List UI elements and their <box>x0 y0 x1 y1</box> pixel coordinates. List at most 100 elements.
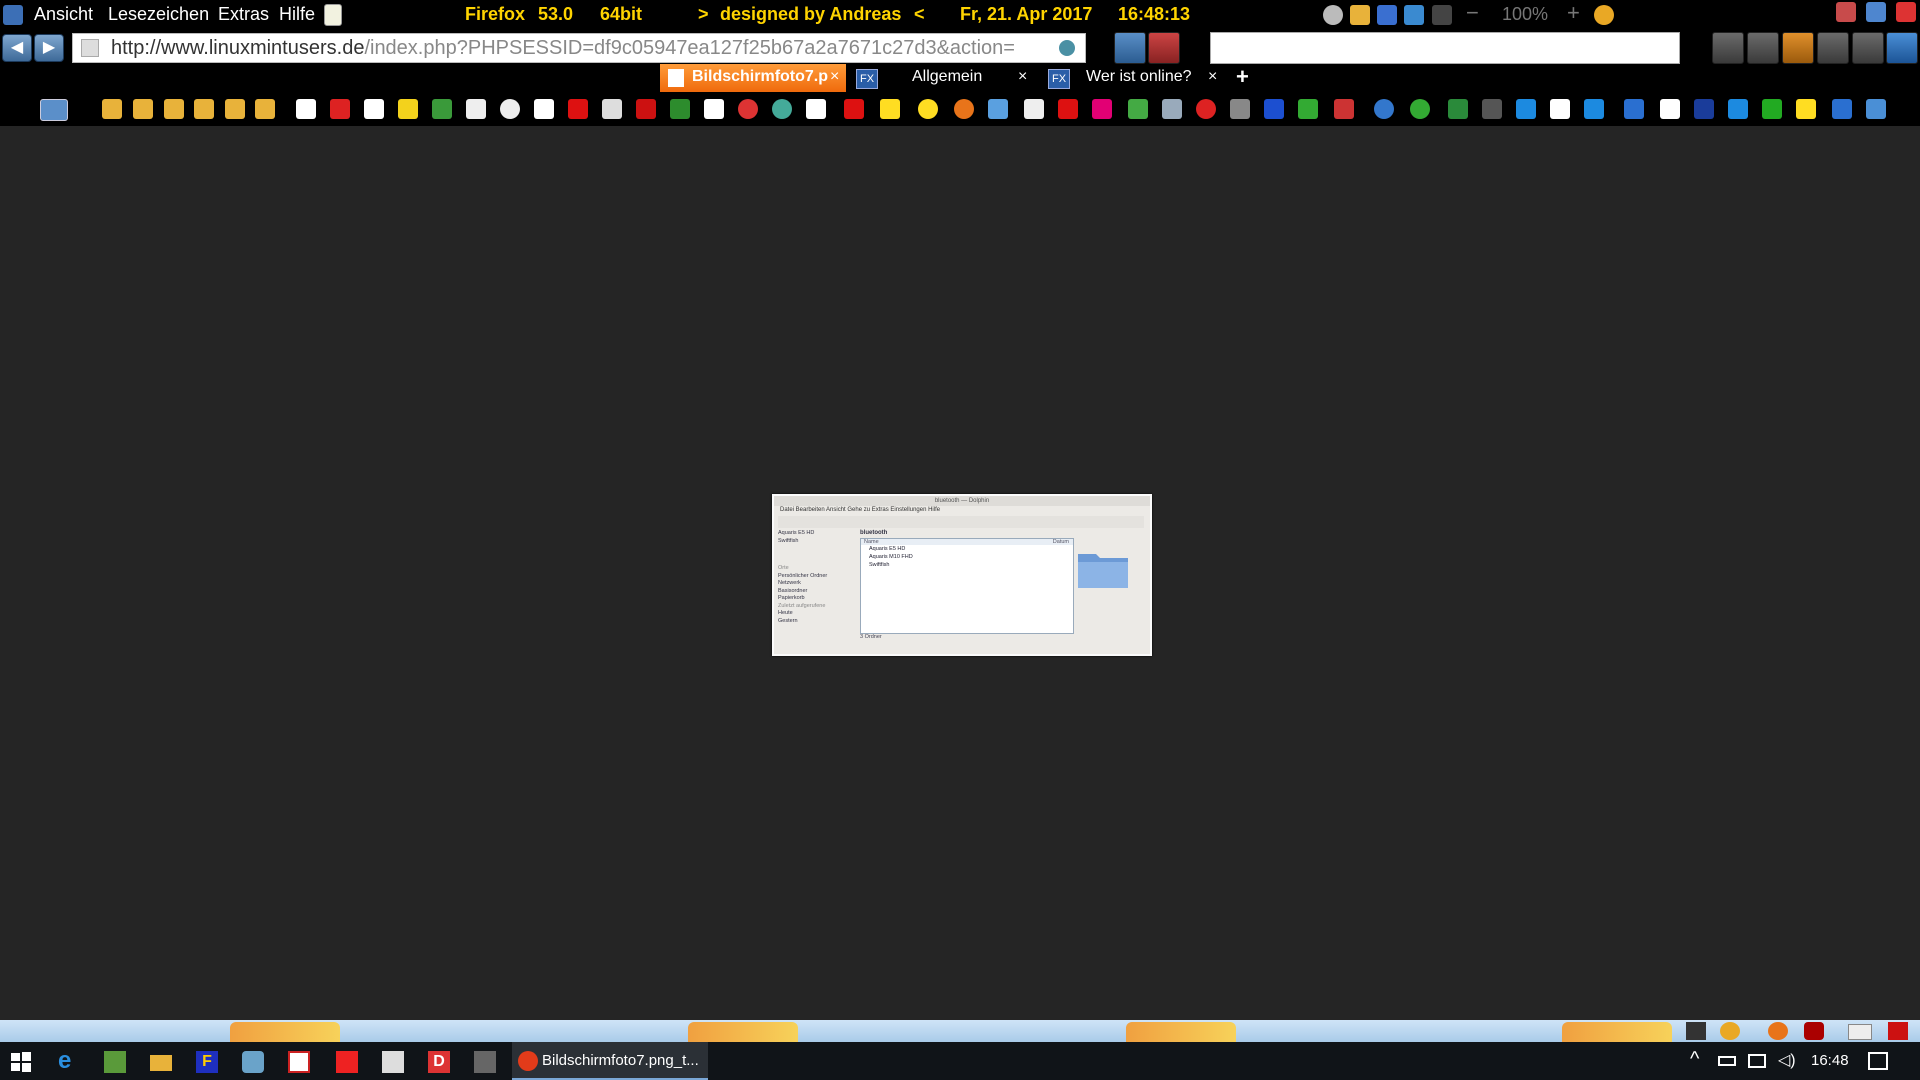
bookmark-check-icon[interactable] <box>1024 99 1044 119</box>
taskbar-active-firefox[interactable]: Bildschirmfoto7.png_t... <box>512 1042 708 1080</box>
bookmark-folder-icon[interactable] <box>102 99 122 119</box>
bookmark-folder-icon[interactable] <box>194 99 214 119</box>
tray-ublock-icon[interactable] <box>1804 1022 1824 1040</box>
zoom-in-icon[interactable]: + <box>1567 0 1580 26</box>
bookmark-red-icon[interactable] <box>636 99 656 119</box>
tab-close-icon[interactable]: × <box>1208 68 1217 86</box>
bookmark-yellow-tag-icon[interactable] <box>1796 99 1816 119</box>
restore-window-icon[interactable] <box>1836 2 1856 22</box>
page-identity-icon[interactable] <box>81 39 99 57</box>
bookmark-firefox-icon[interactable] <box>954 99 974 119</box>
bookmark-windows-icon[interactable] <box>1516 99 1536 119</box>
bookmark-cloud-icon[interactable] <box>1728 99 1748 119</box>
bookmark-download-icon[interactable] <box>432 99 452 119</box>
bookmark-green-icon[interactable] <box>1298 99 1318 119</box>
download-arrow-icon[interactable] <box>1432 5 1452 25</box>
bookmark-db-icon[interactable] <box>1058 99 1078 119</box>
bookmark-sparkle-icon[interactable] <box>1334 99 1354 119</box>
bookmark-windows-blue-icon[interactable] <box>1584 99 1604 119</box>
bookmark-bz-icon[interactable] <box>296 99 316 119</box>
tray-p-icon[interactable] <box>1888 1022 1908 1040</box>
reader-icon[interactable] <box>1059 40 1075 56</box>
bookmark-copyright-icon[interactable] <box>500 99 520 119</box>
new-tab-button[interactable]: + <box>1236 64 1249 90</box>
menu-hilfe[interactable]: Hilfe <box>279 4 315 25</box>
tab-close-icon[interactable]: × <box>1018 68 1027 86</box>
sync-icon[interactable] <box>1114 32 1146 64</box>
bookmark-chrome-icon[interactable] <box>772 99 792 119</box>
bookmark-red-white-icon[interactable] <box>466 99 486 119</box>
add-bookmark-icon[interactable] <box>40 99 68 121</box>
url-text[interactable]: http://www.linuxmintusers.de/index.php?P… <box>111 37 1051 60</box>
bookmark-email-icon[interactable] <box>364 99 384 119</box>
bookmark-s-icon[interactable] <box>704 99 724 119</box>
bookmark-camera-icon[interactable] <box>1162 99 1182 119</box>
zoom-out-icon[interactable]: − <box>1466 0 1479 26</box>
bookmark-g-red-icon[interactable] <box>806 99 826 119</box>
menu-lesezeichen[interactable]: Lesezeichen <box>108 4 209 25</box>
back-button[interactable]: ◀ <box>2 34 32 62</box>
notepad-icon[interactable] <box>324 4 342 26</box>
printer-app-icon[interactable] <box>474 1051 496 1073</box>
bookmark-phone-icon[interactable] <box>844 99 864 119</box>
notepad-task-icon[interactable] <box>104 1051 126 1073</box>
bookmark-ebay-icon[interactable] <box>534 99 554 119</box>
bookmark-booking-icon[interactable] <box>1694 99 1714 119</box>
bookmark-pen-icon[interactable] <box>1550 99 1570 119</box>
bookmark-play-icon[interactable] <box>1448 99 1468 119</box>
url-bar[interactable]: http://www.linuxmintusers.de/index.php?P… <box>72 33 1086 63</box>
tab-allgemein[interactable]: FX Allgemein × <box>852 64 1036 92</box>
pen-app-icon[interactable] <box>242 1051 264 1073</box>
gear-icon[interactable] <box>1323 5 1343 25</box>
red-app-icon[interactable] <box>288 1051 310 1073</box>
action-center-icon[interactable] <box>1868 1052 1888 1070</box>
tab-bildschirmfoto[interactable]: Bildschirmfoto7.p × <box>660 64 846 92</box>
tools-icon[interactable] <box>1852 32 1884 64</box>
volume-icon[interactable]: ◁) <box>1778 1050 1796 1070</box>
taskbar-clock[interactable]: 16:48 <box>1811 1052 1849 1069</box>
tab-close-icon[interactable]: × <box>830 68 839 86</box>
bookmark-star-icon[interactable] <box>1712 32 1744 64</box>
bookmark-telekom-icon[interactable] <box>1092 99 1112 119</box>
clipboard-app-icon[interactable] <box>382 1051 404 1073</box>
bookmark-red-logo-icon[interactable] <box>1196 99 1216 119</box>
bookmark-sparkasse-icon[interactable] <box>568 99 588 119</box>
bookmark-youtube-icon[interactable] <box>330 99 350 119</box>
f-app-icon[interactable]: F <box>196 1051 218 1073</box>
folder-blue-icon[interactable] <box>1404 5 1424 25</box>
bookmark-folder-icon[interactable] <box>133 99 153 119</box>
bookmark-arrow-icon[interactable] <box>1128 99 1148 119</box>
bookmark-blue-bars-icon[interactable] <box>1866 99 1886 119</box>
bookmark-d-icon[interactable] <box>1660 99 1680 119</box>
bookmark-gray-icon[interactable] <box>1230 99 1250 119</box>
monkey-icon[interactable] <box>1594 5 1614 25</box>
bookmark-picture-icon[interactable] <box>988 99 1008 119</box>
bookmark-folder-icon[interactable] <box>225 99 245 119</box>
windows-start-icon[interactable] <box>10 1051 32 1073</box>
screen-icon[interactable] <box>1866 2 1886 22</box>
bookmark-green-check-icon[interactable] <box>1410 99 1430 119</box>
bookmark-info-icon[interactable] <box>1264 99 1284 119</box>
zoom-level[interactable]: 100% <box>1502 4 1548 25</box>
bookmark-yellow-icon[interactable] <box>398 99 418 119</box>
tray-fox-icon[interactable] <box>1768 1022 1788 1040</box>
bookmark-smiley-icon[interactable] <box>880 99 900 119</box>
folder-open-icon[interactable] <box>1350 5 1370 25</box>
d-app-icon[interactable]: D <box>428 1051 450 1073</box>
tab-wer-ist-online[interactable]: FX Wer ist online? × <box>1042 64 1226 92</box>
firefox-menu-icon[interactable] <box>3 5 23 25</box>
menu-extras[interactable]: Extras <box>218 4 269 25</box>
bookmark-tv-icon[interactable] <box>1482 99 1502 119</box>
tray-s-icon[interactable] <box>1686 1022 1706 1040</box>
bookmark-emoji-icon[interactable] <box>918 99 938 119</box>
bookmark-folder-icon[interactable] <box>255 99 275 119</box>
tray-chevron-up-icon[interactable]: ^ <box>1690 1048 1699 1071</box>
bookmark-blue-circle-icon[interactable] <box>1374 99 1394 119</box>
bookmark-folder-icon[interactable] <box>164 99 184 119</box>
bookmark-cb-icon[interactable] <box>1624 99 1644 119</box>
rss-icon[interactable] <box>1782 32 1814 64</box>
download-app-icon[interactable] <box>336 1051 358 1073</box>
bookmark-d-green-icon[interactable] <box>1762 99 1782 119</box>
close-window-icon[interactable] <box>1896 2 1916 22</box>
forward-button[interactable]: ▶ <box>34 34 64 62</box>
